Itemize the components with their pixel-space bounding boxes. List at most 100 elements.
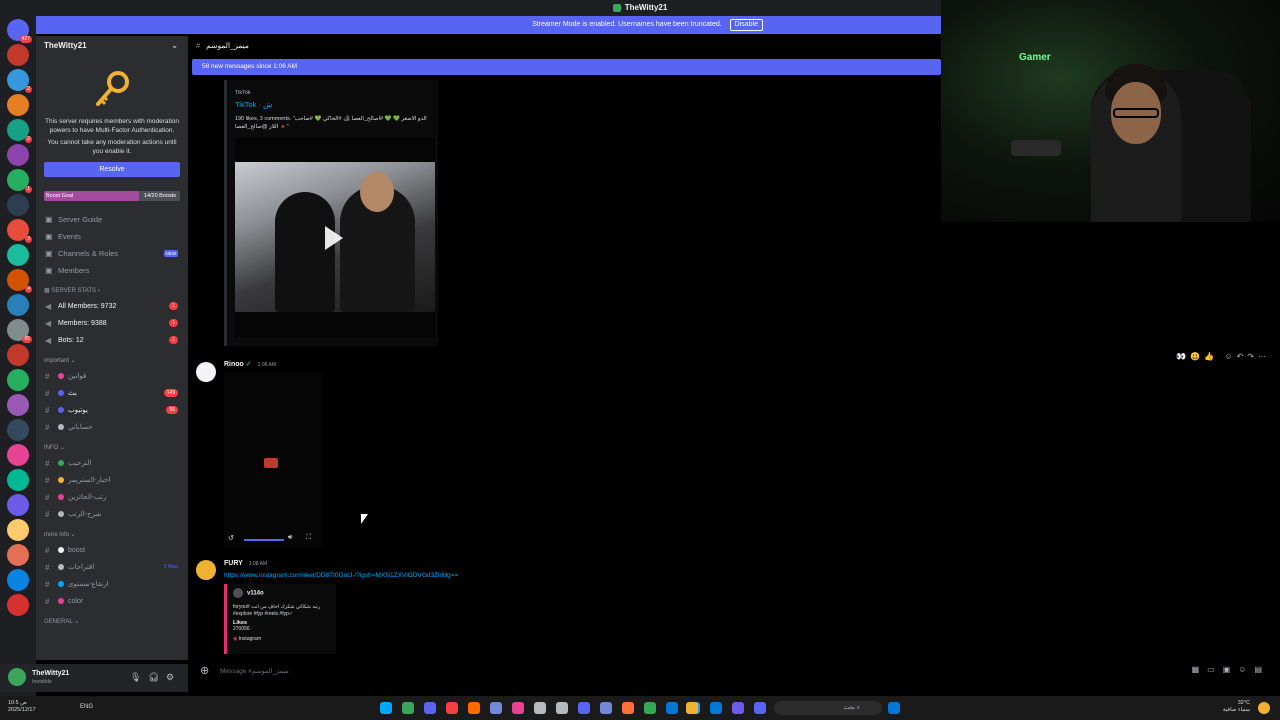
taskbar-app-icon[interactable] (556, 702, 568, 714)
video-player[interactable]: ↺ 🔊︎ ⛶ (224, 372, 322, 548)
taskbar-app-icon[interactable] (710, 702, 722, 714)
guild-icon[interactable] (7, 194, 29, 216)
play-icon[interactable] (325, 226, 343, 250)
more-channel[interactable]: # ارتفاع-مستوى (36, 576, 188, 593)
stats-channel[interactable]: ◀ All Members: 9732 1 (36, 298, 188, 315)
important-channel[interactable]: # قوانين (36, 368, 188, 385)
guild-icon[interactable] (7, 144, 29, 166)
category-info[interactable]: INFO ⌄ (36, 441, 188, 455)
taskbar-app-icon[interactable] (490, 702, 502, 714)
video-thumbnail[interactable] (235, 138, 435, 338)
server-header[interactable]: TheWitty21 ⌄ (36, 36, 188, 56)
nav-item-events[interactable]: ▣ Events (36, 228, 188, 245)
info-channel[interactable]: # اخبار-الستريمر (36, 472, 188, 489)
guild-icon[interactable]: 1 (7, 169, 32, 193)
message-link[interactable]: https://www.instagram.com/reel/DD8Tt0GoI… (224, 572, 458, 579)
volume-slider[interactable] (244, 539, 284, 541)
gear-icon[interactable]: ⚙ (166, 672, 174, 683)
disable-streamer-button[interactable]: Disable (729, 19, 763, 31)
guild-icon[interactable]: 65 (7, 319, 32, 343)
guild-icon[interactable] (7, 419, 29, 441)
mic-icon[interactable]: 🎙︎ (130, 672, 141, 683)
guild-icon[interactable]: 2 (7, 69, 32, 93)
volume-icon[interactable]: 🔊︎ (288, 534, 292, 542)
embed-title-link[interactable]: TikTok · ش (235, 100, 430, 109)
boost-goal-bar[interactable]: Boost Goal 14/20 Boosts (44, 191, 180, 201)
taskbar-app-icon[interactable] (578, 702, 590, 714)
taskbar-app-icon[interactable] (402, 702, 414, 714)
message-actions-bar[interactable]: 👀😃👍 ☺↶↷⋯ (1176, 352, 1270, 361)
important-channel[interactable]: # حساباتي (36, 419, 188, 436)
stats-channel[interactable]: ◀ Bots: 12 1 (36, 332, 188, 349)
more-channel[interactable]: # color (36, 593, 188, 610)
nav-item-members[interactable]: ▣ Members (36, 262, 188, 279)
file-explorer-icon[interactable] (686, 702, 698, 714)
headphones-icon[interactable]: 🎧︎ (148, 672, 159, 683)
taskbar-app-icon[interactable] (644, 702, 656, 714)
embed-author[interactable]: v114o (233, 588, 330, 598)
guild-icon[interactable] (7, 469, 29, 491)
stats-channel[interactable]: ◀ Members: 9388 1 (36, 315, 188, 332)
guild-icon[interactable] (7, 519, 29, 541)
guild-icon[interactable] (7, 369, 29, 391)
add-attachment-icon[interactable]: ⊕ (200, 664, 209, 677)
info-channel[interactable]: # شرح-الرتب (36, 506, 188, 523)
new-messages-bar[interactable]: 58 new messages since 1:06 AM (192, 59, 941, 75)
taskbar-app-icon[interactable] (600, 702, 612, 714)
guild-icon[interactable] (7, 294, 29, 316)
important-channel[interactable]: # يوتيوب 56 (36, 402, 188, 419)
chevron-down-icon[interactable]: ⌄ (171, 36, 178, 56)
replay-icon[interactable]: ↺ (228, 534, 234, 542)
message-author[interactable]: Rinoo ✓ 1:06 AM (224, 360, 276, 368)
guild-icon[interactable]: 3 (7, 219, 32, 243)
info-channel[interactable]: # رتب-الحائزين (36, 489, 188, 506)
taskbar-app-icon[interactable] (666, 702, 678, 714)
taskbar-app-icon[interactable] (468, 702, 480, 714)
guild-icon[interactable] (7, 394, 29, 416)
category-important[interactable]: important ⌄ (36, 354, 188, 368)
guild-icon[interactable] (7, 494, 29, 516)
composer-tools[interactable]: ▦▭▣☺▤ (1192, 665, 1270, 674)
nav-item-channels-roles[interactable]: ▣ Channels & Roles NEW (36, 245, 188, 262)
taskbar-clock[interactable]: 10:5 ص 2025/12/17 (8, 700, 36, 714)
guild-icon[interactable]: 2 (7, 119, 32, 143)
guild-icon[interactable] (7, 544, 29, 566)
avatar[interactable] (196, 560, 216, 580)
info-channel[interactable]: # الترحيب (36, 455, 188, 472)
taskbar-app-icon[interactable] (380, 702, 392, 714)
message-input[interactable] (220, 665, 1020, 677)
taskbar-app-icon[interactable] (424, 702, 436, 714)
more-channel[interactable]: # boost (36, 542, 188, 559)
category-more-info[interactable]: more info ⌄ (36, 528, 188, 542)
category-general[interactable]: GENERAL ⌄ (36, 615, 188, 629)
taskbar-app-icon[interactable] (512, 702, 524, 714)
resolve-button[interactable]: Resolve (44, 162, 180, 177)
video-controls[interactable]: ↺ 🔊︎ ⛶ (228, 534, 318, 544)
guild-icon[interactable] (7, 44, 29, 66)
category-server-stats[interactable]: ▦ SERVER STATS › (36, 284, 188, 298)
language-indicator[interactable]: ENG (80, 704, 93, 710)
taskbar-app-icon[interactable] (446, 702, 458, 714)
message-author[interactable]: FURY 1:08 AM (224, 560, 267, 567)
guild-icon[interactable] (7, 94, 29, 116)
fullscreen-icon[interactable]: ⛶ (306, 534, 311, 542)
windows-start-icon[interactable] (888, 702, 900, 714)
important-channel[interactable]: # بث 149 (36, 385, 188, 402)
weather-widget[interactable]: 32°C سماء صافية (1223, 700, 1250, 714)
taskbar-search[interactable]: بحث ⌕ (774, 701, 882, 715)
nav-item-server-guide[interactable]: ▣ Server Guide (36, 211, 188, 228)
guild-icon[interactable] (7, 344, 29, 366)
guild-icon[interactable] (7, 594, 29, 616)
guild-icon[interactable] (7, 444, 29, 466)
avatar[interactable] (196, 362, 216, 382)
taskbar-app-icon[interactable] (622, 702, 634, 714)
guild-icon[interactable] (7, 244, 29, 266)
taskbar-app-icon[interactable] (754, 702, 766, 714)
more-channel[interactable]: # اقتراحات 2 New (36, 559, 188, 576)
taskbar-app-icon[interactable] (732, 702, 744, 714)
guild-icon[interactable] (7, 569, 29, 591)
guild-icon[interactable]: 4 (7, 269, 32, 293)
avatar[interactable] (8, 668, 26, 686)
taskbar-app-icon[interactable] (534, 702, 546, 714)
guild-icon[interactable]: 427 (7, 19, 32, 43)
